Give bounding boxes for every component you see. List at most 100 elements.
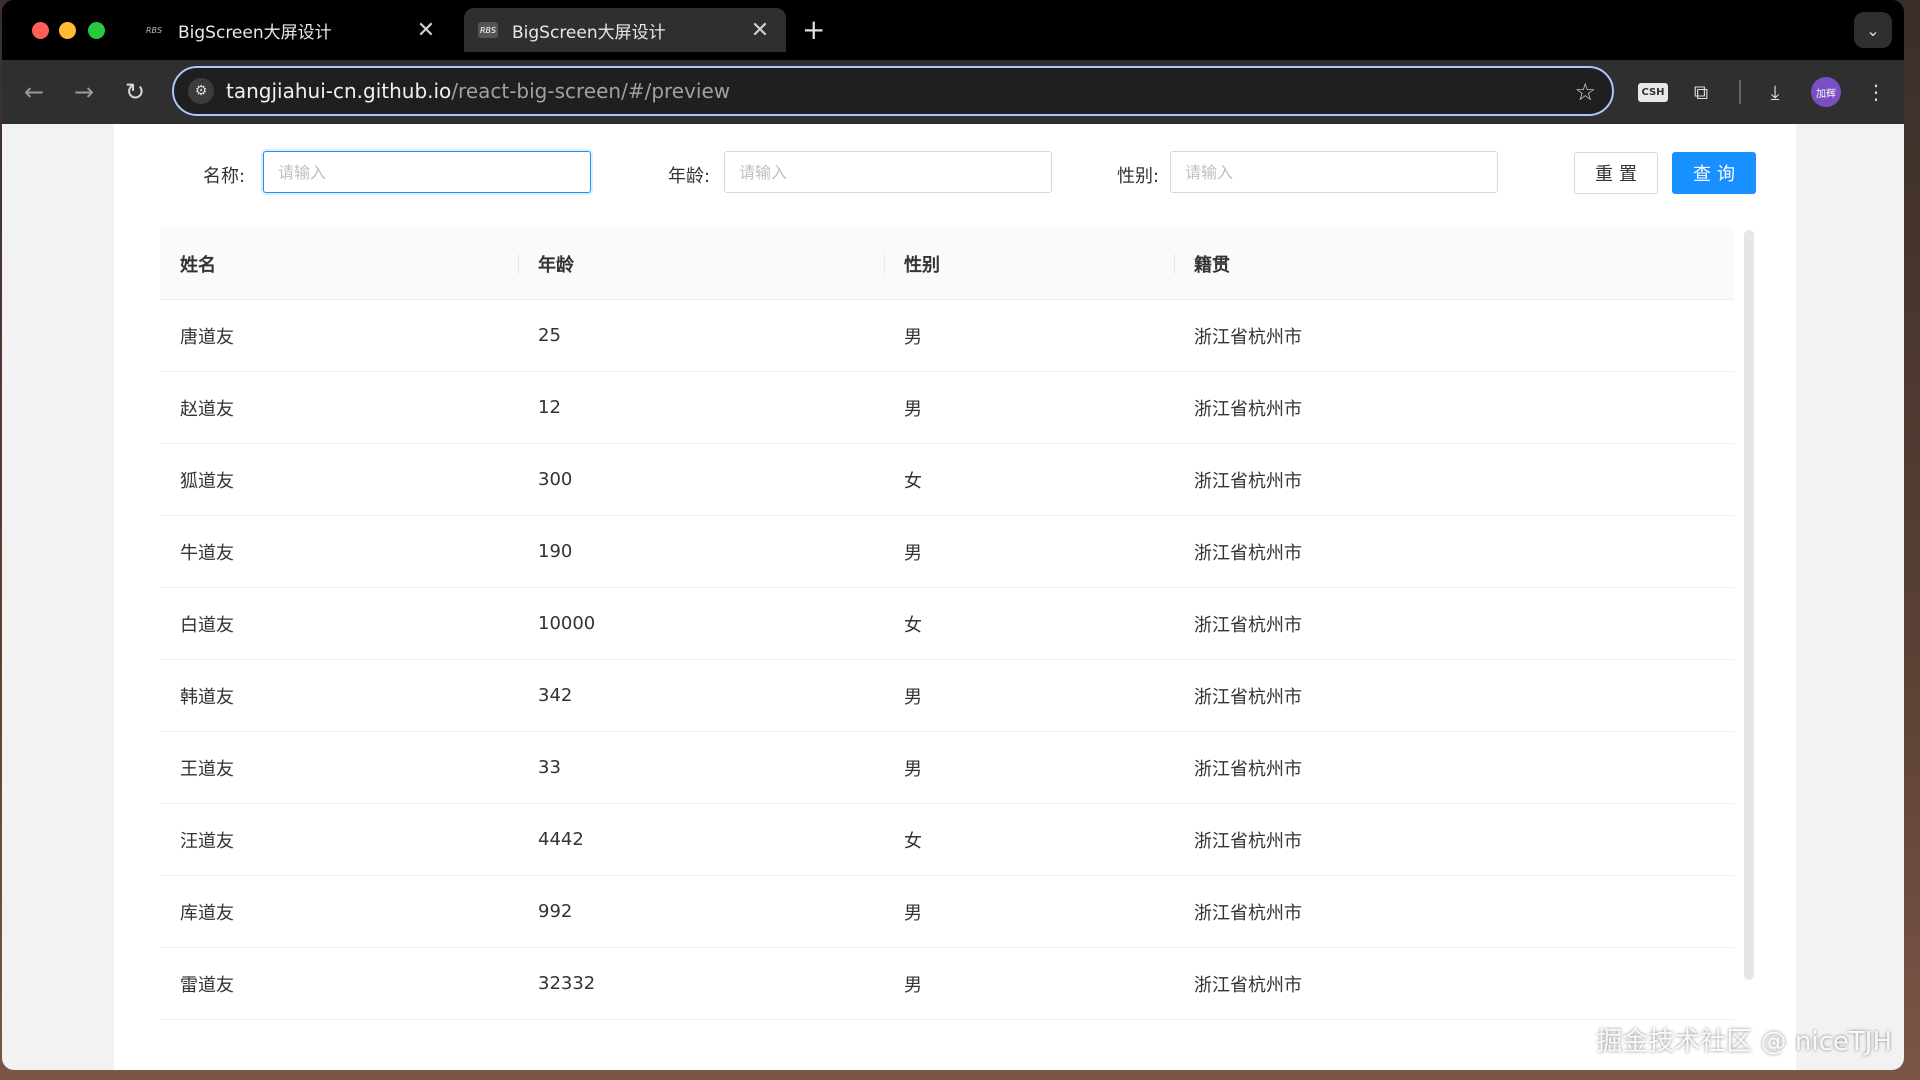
column-header-hometown: 籍贯 xyxy=(1174,228,1734,299)
cell-age: 10000 xyxy=(538,613,596,634)
name-label: 名称: xyxy=(203,166,246,187)
close-window-button[interactable] xyxy=(32,22,49,39)
cell-gender: 男 xyxy=(904,902,922,924)
table-row[interactable]: 雷道友 32332 男 浙江省杭州市 xyxy=(160,948,1734,1020)
cell-age: 300 xyxy=(538,469,573,490)
maximize-window-button[interactable] xyxy=(88,22,105,39)
table-row[interactable]: 韩道友 342 男 浙江省杭州市 xyxy=(160,660,1734,732)
rbs-favicon-icon: RBS xyxy=(478,22,498,38)
close-tab-icon[interactable]: ✕ xyxy=(748,18,772,43)
table-body: 唐道友 25 男浙江省杭州市 赵道友 12 男浙江省杭州市 狐道友 300 女浙江省杭州市 牛道友… xyxy=(160,300,1734,1020)
tab-title: BigScreen大屏设计 xyxy=(178,22,332,43)
cell-hometown: 浙江省杭州市 xyxy=(1194,974,1302,996)
table-row[interactable]: 汪道友 4442 女 浙江省杭州市 xyxy=(160,804,1734,876)
table-row[interactable]: 赵道友 12 男 浙江省杭州市 xyxy=(160,372,1734,444)
cell-name: 王道友 xyxy=(180,758,234,780)
cell-name: 牛道友 xyxy=(180,542,234,564)
minimize-window-button[interactable] xyxy=(59,22,76,39)
watermark: 掘金技术社区 @ niceTJH xyxy=(1596,1027,1892,1057)
cell-name: 狐道友 xyxy=(180,470,234,492)
rbs-favicon-icon: RBS xyxy=(145,25,163,35)
back-arrow-icon[interactable]: ← xyxy=(16,74,52,110)
kebab-menu-icon[interactable]: ⋮ xyxy=(1860,76,1892,108)
extension-label: CSH xyxy=(1638,82,1668,102)
age-label: 年龄: xyxy=(668,166,711,187)
table-row[interactable]: 唐道友 25 男 浙江省杭州市 xyxy=(160,300,1734,372)
site-settings-icon[interactable]: ⚙ xyxy=(188,78,214,104)
cell-name: 赵道友 xyxy=(180,398,234,420)
cell-gender: 女 xyxy=(904,614,922,636)
gender-input[interactable] xyxy=(1170,151,1498,193)
table-header: 姓名 年龄 性别 籍贯 xyxy=(160,228,1734,300)
cell-gender: 男 xyxy=(904,686,922,708)
tab-bigscreen-2-active[interactable]: RBS BigScreen大屏设计 ✕ xyxy=(464,8,786,52)
column-header-gender: 性别 xyxy=(884,228,1174,299)
table-panel: 名称: 年龄: 性别: 重置 查询 姓名 年龄 性别 籍贯 唐道友25男浙江省杭… xyxy=(114,124,1796,1070)
cell-hometown: 浙江省杭州市 xyxy=(1194,686,1302,708)
tab-bigscreen-1[interactable]: RBS BigScreen大屏设计 ✕ xyxy=(130,8,452,52)
url-path: /react-big-screen/#/preview xyxy=(451,79,731,103)
tab-strip: RBS BigScreen大屏设计 ✕ RBS BigScreen大屏设计 ✕ … xyxy=(2,0,1904,60)
query-button[interactable]: 查询 xyxy=(1672,152,1756,194)
cell-age: 342 xyxy=(538,685,573,706)
cell-age: 4442 xyxy=(538,829,584,850)
cell-hometown: 浙江省杭州市 xyxy=(1194,398,1302,420)
cell-hometown: 浙江省杭州市 xyxy=(1194,758,1302,780)
table-row[interactable]: 牛道友 190 男 浙江省杭州市 xyxy=(160,516,1734,588)
data-table: 姓名 年龄 性别 籍贯 唐道友 25 男浙江省杭州市 赵道友 12 男浙江省杭州市 狐道友 3… xyxy=(160,228,1734,1020)
forward-arrow-icon[interactable]: → xyxy=(66,74,102,110)
cell-name: 唐道友 xyxy=(180,326,234,348)
cell-hometown: 浙江省杭州市 xyxy=(1194,902,1302,924)
reload-icon[interactable]: ↻ xyxy=(117,74,153,110)
table-scrollbar[interactable] xyxy=(1744,230,1754,980)
cell-age: 25 xyxy=(538,325,561,346)
toolbar-divider xyxy=(1739,80,1741,104)
page-content: 名称: 年龄: 性别: 重置 查询 姓名 年龄 性别 籍贯 唐道友25男浙江省杭… xyxy=(2,124,1904,1070)
profile-avatar[interactable]: 加辉 xyxy=(1810,76,1842,108)
cell-name: 白道友 xyxy=(180,614,234,636)
cell-name: 汪道友 xyxy=(180,830,234,852)
cell-gender: 男 xyxy=(904,974,922,996)
address-bar[interactable]: ⚙ tangjiahui-cn.github.io/react-big-scre… xyxy=(172,66,1614,116)
new-tab-button[interactable]: + xyxy=(802,14,825,46)
download-icon[interactable]: ⤓ xyxy=(1759,76,1791,108)
cell-hometown: 浙江省杭州市 xyxy=(1194,326,1302,348)
cell-age: 32332 xyxy=(538,973,596,994)
table-row[interactable]: 王道友 33 男 浙江省杭州市 xyxy=(160,732,1734,804)
cell-name: 库道友 xyxy=(180,902,234,924)
cell-hometown: 浙江省杭州市 xyxy=(1194,470,1302,492)
browser-toolbar: ← → ↻ ⚙ tangjiahui-cn.github.io/react-bi… xyxy=(2,60,1904,124)
name-input[interactable] xyxy=(263,151,591,193)
cell-gender: 男 xyxy=(904,758,922,780)
table-row[interactable]: 狐道友 300 女 浙江省杭州市 xyxy=(160,444,1734,516)
cell-gender: 男 xyxy=(904,542,922,564)
tab-title: BigScreen大屏设计 xyxy=(512,22,666,43)
cell-name: 雷道友 xyxy=(180,974,234,996)
table-row[interactable]: 白道友 10000 女 浙江省杭州市 xyxy=(160,588,1734,660)
age-input[interactable] xyxy=(724,151,1052,193)
cell-gender: 女 xyxy=(904,470,922,492)
avatar-label: 加辉 xyxy=(1811,77,1841,107)
cell-name: 韩道友 xyxy=(180,686,234,708)
extension-icon[interactable]: CSH xyxy=(1637,76,1669,108)
close-tab-icon[interactable]: ✕ xyxy=(414,18,438,43)
cell-hometown: 浙江省杭州市 xyxy=(1194,542,1302,564)
cell-gender: 女 xyxy=(904,830,922,852)
cell-age: 33 xyxy=(538,757,561,778)
browser-window: RBS BigScreen大屏设计 ✕ RBS BigScreen大屏设计 ✕ … xyxy=(2,0,1904,1070)
cell-age: 190 xyxy=(538,541,573,562)
reset-button[interactable]: 重置 xyxy=(1574,152,1658,194)
tab-search-chevron-icon[interactable]: ⌄ xyxy=(1854,12,1892,48)
bookmark-star-icon[interactable]: ☆ xyxy=(1574,78,1596,106)
cell-gender: 男 xyxy=(904,398,922,420)
column-header-age: 年龄 xyxy=(518,228,884,299)
cell-age: 992 xyxy=(538,901,573,922)
gender-label: 性别: xyxy=(1117,166,1160,187)
table-row[interactable]: 库道友 992 男 浙江省杭州市 xyxy=(160,876,1734,948)
cell-gender: 男 xyxy=(904,326,922,348)
cell-age: 12 xyxy=(538,397,561,418)
cell-hometown: 浙江省杭州市 xyxy=(1194,614,1302,636)
cell-hometown: 浙江省杭州市 xyxy=(1194,830,1302,852)
url-host: tangjiahui-cn.github.io xyxy=(226,79,452,103)
extensions-puzzle-icon[interactable]: ⧉ xyxy=(1685,76,1717,108)
